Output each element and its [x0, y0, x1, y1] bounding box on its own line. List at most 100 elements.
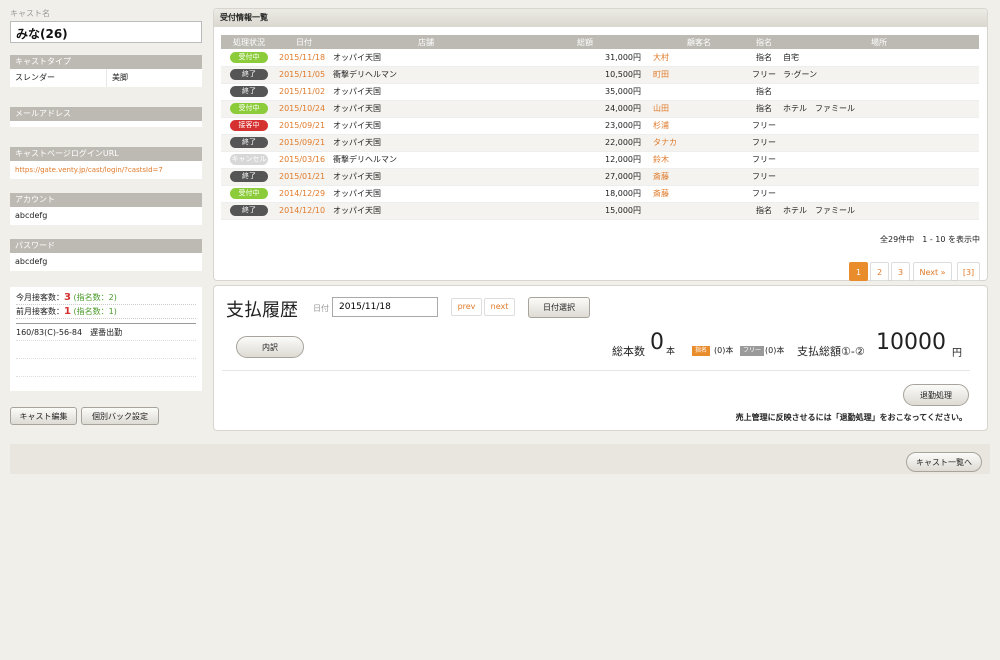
payment-title: 支払履歴 [226, 300, 298, 321]
payment-date-label: 日付 [313, 304, 329, 313]
status-badge[interactable]: 終了 [230, 86, 268, 97]
status-badge[interactable]: 受付中 [230, 103, 268, 114]
edit-cast-button[interactable]: キャスト編集 [10, 407, 77, 425]
last-page-button[interactable]: [3] [957, 261, 980, 281]
table-row[interactable]: 終了 2015/01/21 オッパイ天国 27,000円 斎藤 フリー [221, 168, 979, 186]
back-to-cast-list-button[interactable]: キャスト一覧へ [906, 452, 982, 472]
cast-type-1: スレンダー [15, 73, 55, 82]
row-nomination: 指名 [749, 100, 779, 118]
cast-type-label: キャストタイプ [10, 55, 202, 69]
row-customer-link[interactable]: 山田 [649, 100, 749, 118]
row-place: ラ·グーン [779, 66, 979, 84]
payment-date-input[interactable] [332, 297, 438, 317]
table-row[interactable]: 受付中 2015/11/18 オッパイ天国 31,000円 大村 指名 自宅 [221, 49, 979, 67]
row-shop: 衝撃デリヘルマン [331, 66, 521, 84]
table-row[interactable]: 終了 2015/11/02 オッパイ天国 35,000円 指名 [221, 83, 979, 101]
row-nomination: フリー [749, 117, 779, 135]
status-badge[interactable]: 終了 [230, 137, 268, 148]
email-label: メールアドレス [10, 107, 202, 121]
page-3-button[interactable]: 3 [891, 261, 910, 281]
row-total: 35,000円 [521, 83, 649, 101]
total-count-value: 0 [650, 330, 664, 355]
row-nomination: フリー [749, 168, 779, 186]
note-line: 160/83(C)-56-84 遅番出勤 [16, 323, 196, 341]
row-nomination: フリー [749, 185, 779, 203]
status-badge[interactable]: キャンセル [230, 154, 268, 165]
row-place [779, 134, 979, 152]
bottom-bar [10, 444, 990, 474]
row-customer-link[interactable]: 斎藤 [649, 168, 749, 186]
row-date: 2015/11/05 [277, 66, 331, 84]
row-date: 2014/12/10 [277, 202, 331, 220]
row-customer-link[interactable]: 斎藤 [649, 185, 749, 203]
row-customer-link[interactable]: 大村 [649, 49, 749, 67]
table-row[interactable]: 受付中 2015/10/24 オッパイ天国 24,000円 山田 指名 ホテル ファミール [221, 100, 979, 118]
row-customer-link[interactable]: 町田 [649, 66, 749, 84]
status-badge[interactable]: 終了 [230, 69, 268, 80]
status-badge[interactable]: 終了 [230, 205, 268, 216]
table-row[interactable]: 終了 2015/09/21 オッパイ天国 22,000円 タナカ フリー [221, 134, 979, 152]
login-url-link[interactable]: https://gate.venty.jp/cast/login/?castsI… [10, 161, 202, 179]
row-total: 15,000円 [521, 202, 649, 220]
row-nomination: フリー [749, 151, 779, 169]
records-header-row: 処理状況 日付 店舗 総額 顧客名 指名 場所 [221, 35, 979, 49]
row-place: ホテル ファミール [779, 100, 979, 118]
row-shop: オッパイ天国 [331, 117, 521, 135]
row-total: 22,000円 [521, 134, 649, 152]
row-place [779, 185, 979, 203]
cast-info-sidebar: キャスト名 みな(26) キャストタイプ スレンダー 美脚 メールアドレス キャ… [10, 8, 202, 391]
records-body: 受付中 2015/11/18 オッパイ天国 31,000円 大村 指名 自宅 終了 2015/1… [221, 49, 979, 220]
prev-date-button[interactable]: prev [451, 298, 482, 316]
row-customer-link[interactable]: 杉浦 [649, 117, 749, 135]
currency-label: 円 [952, 348, 962, 359]
table-row[interactable]: 受付中 2014/12/29 オッパイ天国 18,000円 斎藤 フリー [221, 185, 979, 203]
account-value: abcdefg [10, 207, 202, 225]
account-label: アカウント [10, 193, 202, 207]
close-process-button[interactable]: 退勤処理 [903, 384, 969, 406]
table-row[interactable]: 接客中 2015/09/21 オッパイ天国 23,000円 杉浦 フリー [221, 117, 979, 135]
status-badge[interactable]: 受付中 [230, 51, 268, 63]
payment-panel: 支払履歴 日付 prev next 日付選択 内訳 総本数 0 本 指名 (0)… [213, 285, 988, 431]
row-total: 27,000円 [521, 168, 649, 186]
date-select-button[interactable]: 日付選択 [528, 297, 590, 318]
row-shop: オッパイ天国 [331, 202, 521, 220]
table-row[interactable]: キャンセル 2015/03/16 衝撃デリヘルマン 12,000円 鈴木 フリー [221, 151, 979, 169]
next-date-button[interactable]: next [484, 298, 515, 316]
col-customer: 顧客名 [649, 35, 749, 49]
total-count-unit: 本 [666, 347, 676, 357]
table-row[interactable]: 終了 2014/12/10 オッパイ天国 15,000円 指名 ホテル ファミール [221, 202, 979, 220]
row-date: 2015/09/21 [277, 134, 331, 152]
row-customer-link[interactable]: 鈴木 [649, 151, 749, 169]
records-summary: 全29件中 1 - 10 を表示中 [880, 234, 980, 244]
row-shop: オッパイ天国 [331, 185, 521, 203]
row-customer-link[interactable] [649, 202, 749, 220]
status-badge[interactable]: 受付中 [230, 188, 268, 199]
page-2-button[interactable]: 2 [870, 261, 889, 281]
col-date: 日付 [277, 35, 331, 49]
status-badge[interactable]: 接客中 [230, 120, 268, 131]
note-line [16, 359, 196, 377]
row-total: 12,000円 [521, 151, 649, 169]
individual-back-button[interactable]: 個別バック設定 [81, 407, 159, 425]
row-shop: オッパイ天国 [331, 168, 521, 186]
col-total: 総額 [521, 35, 649, 49]
row-nomination: 指名 [749, 49, 779, 67]
next-page-button[interactable]: Next » [913, 261, 952, 281]
password-value: abcdefg [10, 253, 202, 271]
row-customer-link[interactable]: タナカ [649, 134, 749, 152]
row-customer-link[interactable] [649, 83, 749, 101]
total-amount-value: 10000 [876, 330, 946, 355]
cast-name-label: キャスト名 [10, 9, 50, 18]
table-row[interactable]: 終了 2015/11/05 衝撃デリヘルマン 10,500円 町田 フリー ラ·グーン [221, 66, 979, 84]
page-1-button[interactable]: 1 [849, 261, 868, 281]
free-count: (0)本 [765, 346, 785, 355]
breakdown-button[interactable]: 内訳 [236, 336, 304, 358]
status-badge[interactable]: 終了 [230, 171, 268, 182]
total-count-label: 総本数 [612, 345, 645, 358]
row-place [779, 151, 979, 169]
row-nomination: フリー [749, 134, 779, 152]
row-total: 31,000円 [521, 49, 649, 67]
records-panel: 受付情報一覧 処理状況 日付 店舗 総額 顧客名 指名 場所 受付中 2015/1… [213, 8, 988, 281]
last-month-stat: 前月接客数：1 (指名数：1) [16, 305, 196, 319]
row-nomination: 指名 [749, 202, 779, 220]
